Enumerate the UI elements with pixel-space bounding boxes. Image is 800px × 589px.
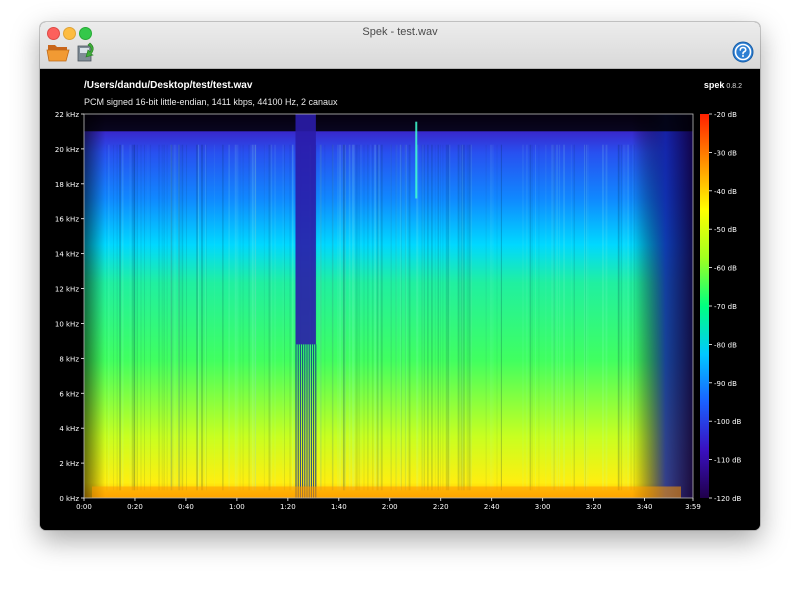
time-tick-label: 0:20 [127, 503, 143, 511]
time-tick-label: 1:40 [331, 503, 347, 511]
time-tick-label: 2:00 [382, 503, 398, 511]
colorbar: -20 dB -30 dB -40 dB -50 dB -60 dB -70 dB -80 … [700, 111, 742, 503]
spectrogram-view: /Users/dandu/Desktop/test/test.wav PCM s… [40, 69, 760, 530]
spectrogram-chart: 0 kHz 2 kHz 4 kHz 6 kHz 8 kHz 10 kHz 12 kHz 14 … [55, 111, 742, 511]
db-tick-label: -90 dB [714, 380, 737, 388]
db-tick-label: -30 dB [714, 149, 737, 157]
time-tick-label: 1:00 [229, 503, 245, 511]
time-tick-label: 3:00 [535, 503, 551, 511]
db-tick-label: -120 dB [714, 495, 742, 503]
freq-tick-label: 10 kHz [55, 320, 79, 328]
freq-tick-label: 12 kHz [55, 286, 79, 294]
freq-tick-label: 0 kHz [59, 495, 79, 503]
freq-tick-label: 16 kHz [55, 216, 79, 224]
silent-gap [295, 114, 316, 345]
db-tick-label: -40 dB [714, 188, 737, 196]
freq-tick-label: 22 kHz [55, 111, 79, 119]
save-export-icon [77, 42, 94, 62]
time-tick-label: 0:00 [76, 503, 92, 511]
help-icon [732, 41, 754, 63]
db-tick-label: -110 dB [714, 457, 742, 465]
time-axis: 0:00 0:20 0:40 1:00 1:20 1:40 2:00 2:20 2:40 3:00… [76, 498, 701, 511]
spectrogram-image [84, 114, 693, 498]
help-button[interactable] [730, 40, 756, 64]
db-tick-label: -70 dB [714, 303, 737, 311]
db-tick-label: -100 dB [714, 418, 742, 426]
time-tick-label: 2:40 [484, 503, 500, 511]
db-tick-label: -20 dB [714, 111, 737, 119]
colorbar-scale [700, 114, 709, 498]
freq-tick-label: 20 kHz [55, 146, 79, 154]
time-tick-label: 3:40 [637, 503, 653, 511]
freq-tick-label: 14 kHz [55, 251, 79, 259]
spek-window: Spek - test.wav /Users/dandu/Desktop/tes… [40, 22, 760, 530]
time-tick-label: 1:20 [280, 503, 296, 511]
save-spectrogram-button[interactable] [74, 40, 100, 64]
freq-tick-label: 6 kHz [59, 390, 79, 398]
time-tick-label: 3:20 [586, 503, 602, 511]
frequency-axis: 0 kHz 2 kHz 4 kHz 6 kHz 8 kHz 10 kHz 12 kHz 14 … [55, 111, 84, 503]
freq-tick-label: 2 kHz [59, 460, 79, 468]
time-tick-label: 3:59 [685, 503, 701, 511]
folder-open-icon [46, 45, 70, 62]
db-tick-label: -80 dB [714, 341, 737, 349]
window-title: Spek - test.wav [362, 26, 438, 38]
title-bar: Spek - test.wav [40, 22, 760, 69]
db-tick-label: -50 dB [714, 226, 737, 234]
time-tick-label: 2:20 [433, 503, 449, 511]
time-tick-label: 0:40 [178, 503, 194, 511]
freq-tick-label: 4 kHz [59, 425, 79, 433]
freq-tick-label: 18 kHz [55, 181, 79, 189]
open-file-button[interactable] [46, 40, 72, 64]
db-tick-label: -60 dB [714, 265, 737, 273]
spike-mark [415, 121, 418, 199]
freq-tick-label: 8 kHz [59, 355, 79, 363]
spectrogram-cutoff [84, 114, 693, 132]
